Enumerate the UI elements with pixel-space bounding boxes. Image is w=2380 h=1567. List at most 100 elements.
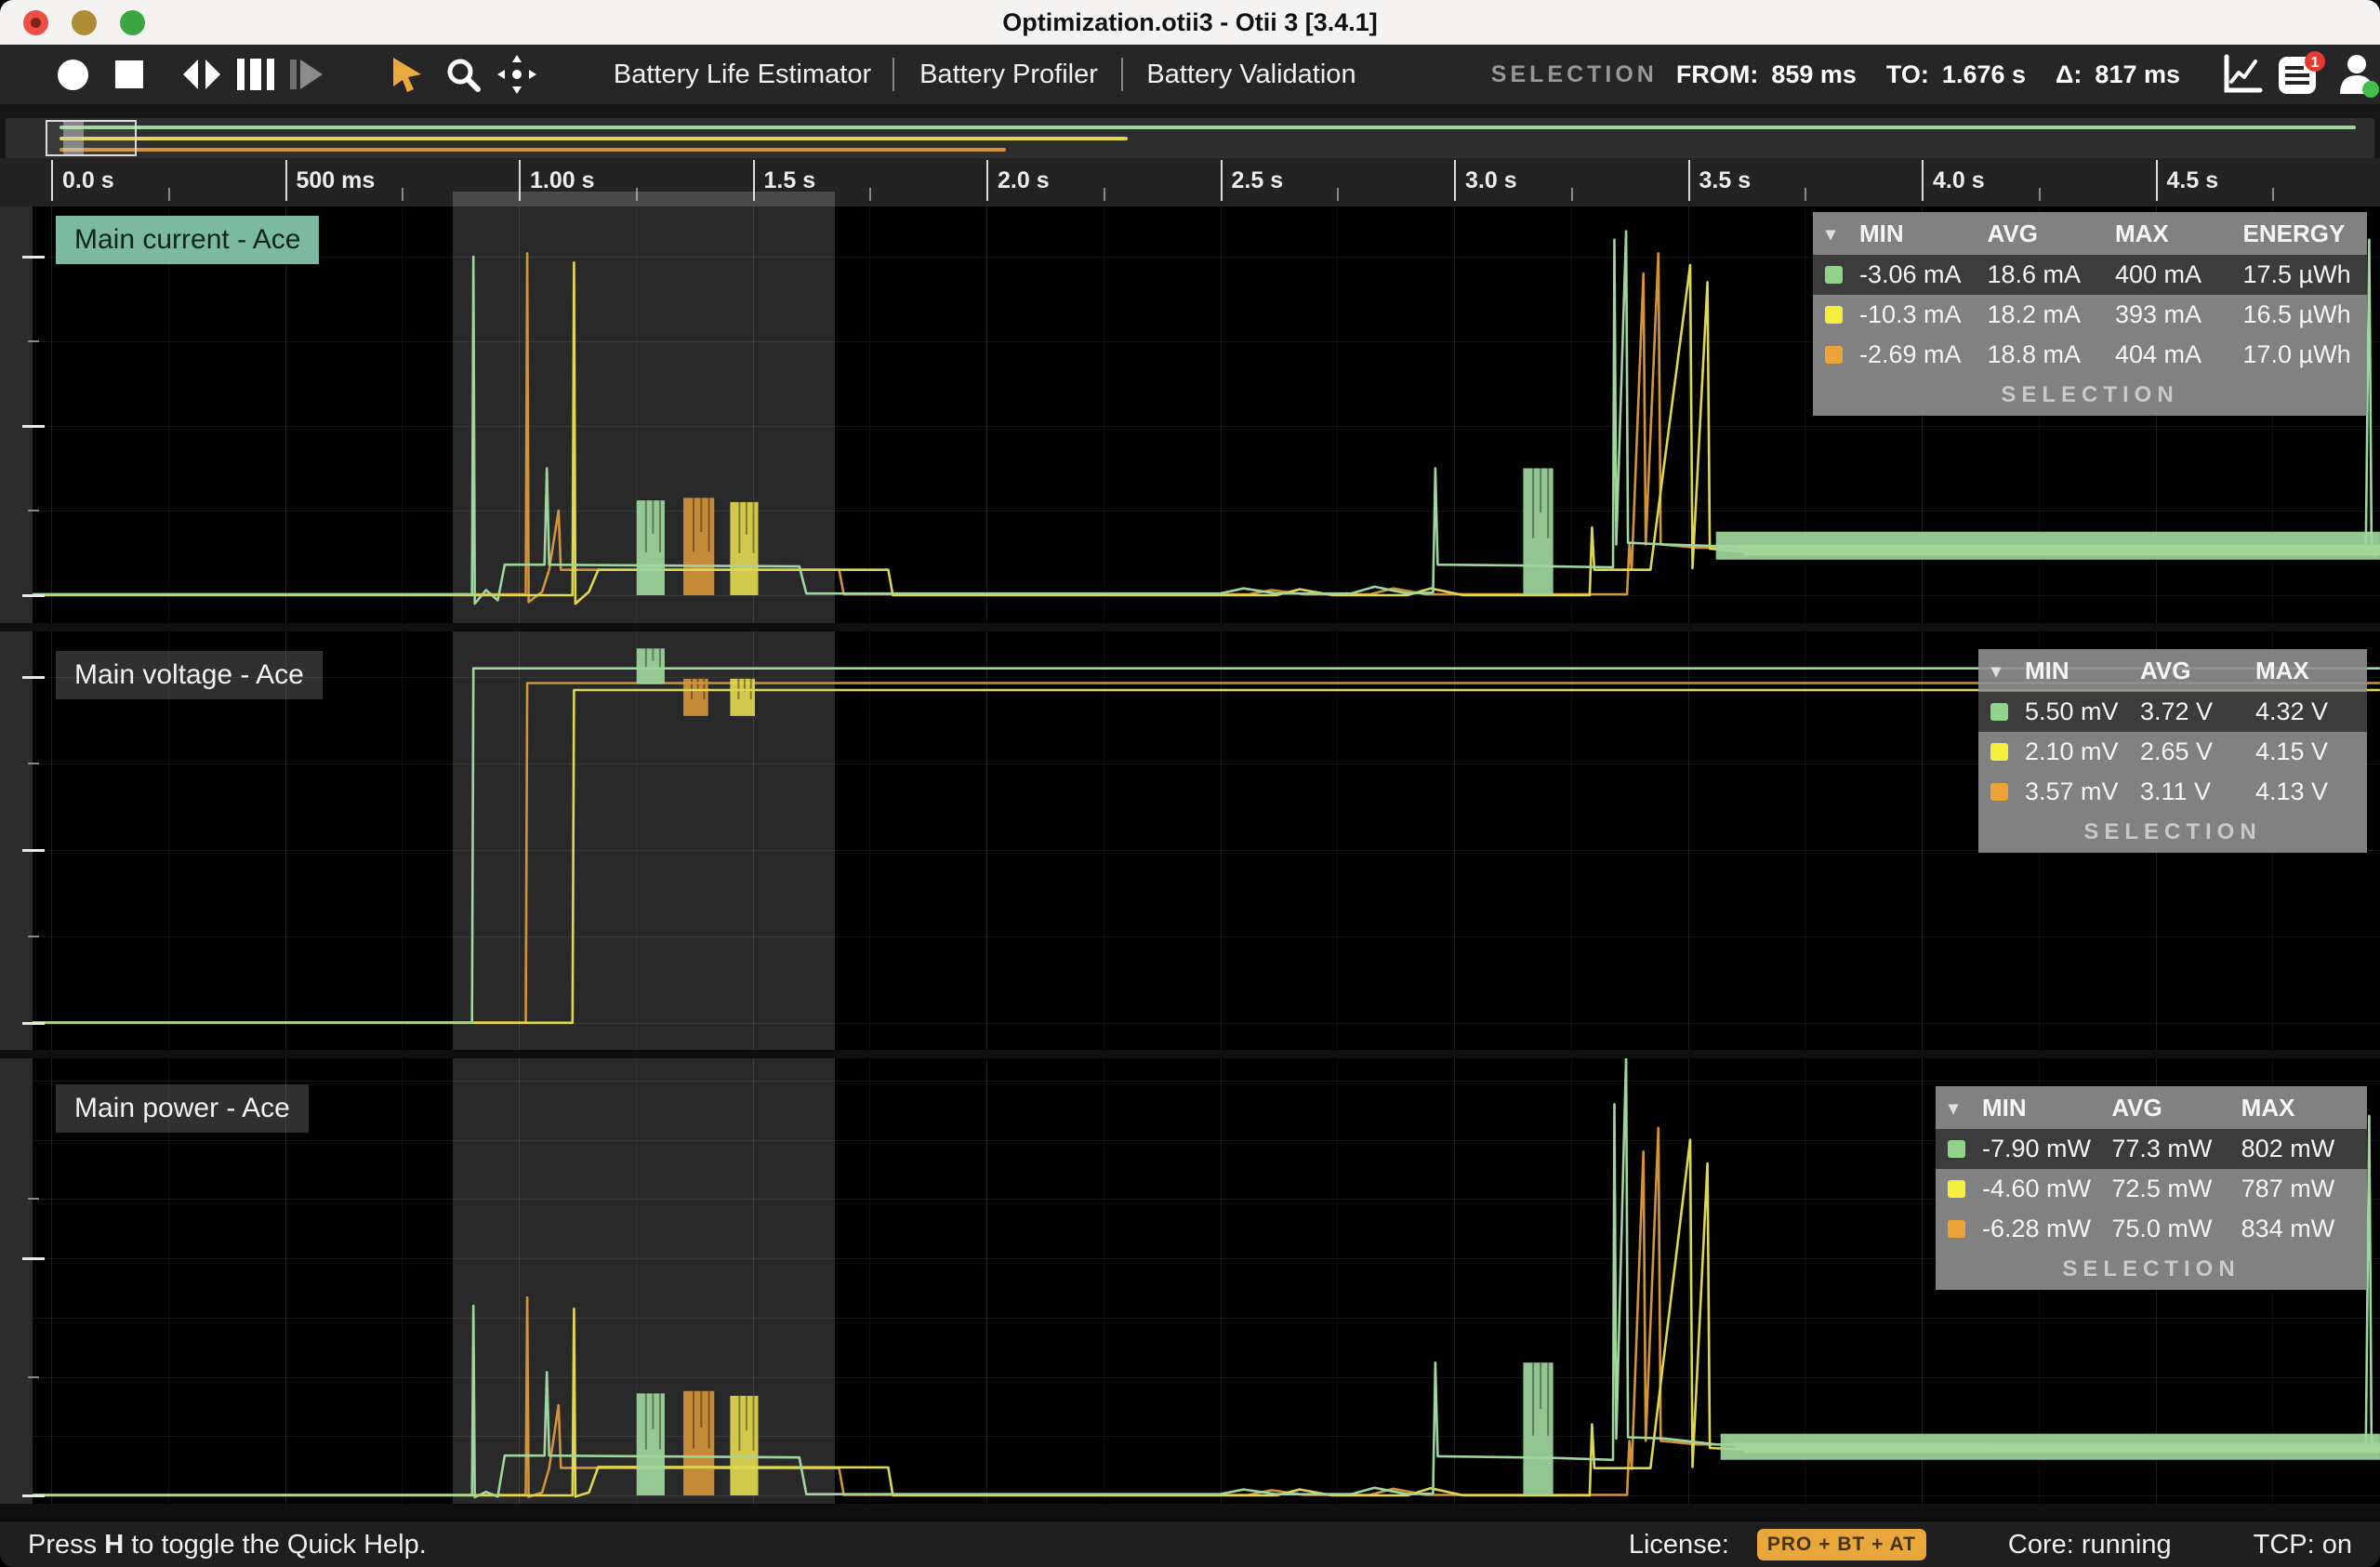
overview-selection-band[interactable] bbox=[63, 122, 84, 154]
expand-horizontal-icon[interactable] bbox=[181, 45, 222, 104]
series-swatch-icon bbox=[1990, 743, 2008, 761]
timeline-minor-tick bbox=[1103, 188, 1105, 201]
user-icon[interactable] bbox=[2335, 45, 2380, 104]
tab-battery-profiler[interactable]: Battery Profiler bbox=[911, 45, 1106, 104]
stats-value: -2.69 mA bbox=[1859, 340, 1962, 368]
stats-column-header: MIN bbox=[1859, 219, 1904, 247]
selection-to-value: 1.676 s bbox=[1941, 60, 2027, 88]
chart-label-current[interactable]: Main current - Ace bbox=[56, 216, 320, 264]
stats-row[interactable]: 3.57 mV 3.11 V 4.13 V bbox=[1978, 772, 2367, 812]
overview-view-window[interactable] bbox=[46, 120, 137, 156]
recording-orange bbox=[60, 148, 1006, 152]
stats-row[interactable]: -3.06 mA 18.6 mA 400 mA 17.5 µWh bbox=[1813, 255, 2367, 295]
stats-value: 18.6 mA bbox=[1987, 260, 2082, 288]
recording-green bbox=[60, 126, 2356, 129]
stats-row[interactable]: -7.90 mW 77.3 mW 802 mW bbox=[1936, 1129, 2367, 1169]
y-axis-tick bbox=[22, 1494, 45, 1497]
sort-caret-icon[interactable]: ▾ bbox=[1991, 659, 2021, 683]
stats-row[interactable]: -6.28 mW 75.0 mW 834 mW bbox=[1936, 1209, 2367, 1249]
timeline-minor-tick bbox=[2038, 188, 2041, 201]
ruler-selection-band[interactable] bbox=[453, 192, 835, 206]
swatch-cell bbox=[1978, 783, 2021, 801]
y-axis-minor-tick bbox=[28, 1198, 39, 1201]
tab-battery-life-estimator[interactable]: Battery Life Estimator bbox=[609, 45, 876, 104]
core-status: Core: running bbox=[2007, 1529, 2172, 1560]
swatch-cell bbox=[1936, 1140, 1978, 1158]
series-swatch-icon bbox=[1825, 346, 1843, 364]
sort-caret-icon[interactable]: ▾ bbox=[1949, 1096, 1978, 1120]
stats-value: 3.72 V bbox=[2140, 697, 2214, 725]
y-axis-minor-tick bbox=[28, 340, 39, 342]
stats-value: 4.13 V bbox=[2255, 777, 2329, 805]
stats-table-current[interactable]: ▾ MIN AVG MAX ENERGY -3.06 mA 18.6 mA 400 mA 17.… bbox=[1813, 212, 2367, 416]
timeline-minor-tick bbox=[2272, 188, 2275, 201]
y-axis-label: 0.0 V bbox=[0, 988, 3, 1040]
timeline-tick bbox=[1454, 160, 1456, 201]
chart-icon[interactable] bbox=[2222, 45, 2263, 104]
y-axis-tick bbox=[22, 594, 45, 597]
stats-row[interactable]: -4.60 mW 72.5 mW 787 mW bbox=[1936, 1169, 2367, 1209]
zoom-search-icon[interactable] bbox=[444, 45, 482, 104]
timeline-tick bbox=[1687, 160, 1690, 201]
timeline-tick-label: 3.5 s bbox=[1699, 167, 1752, 193]
y-axis-label: 4 V bbox=[0, 660, 4, 694]
stats-value: 2.10 mV bbox=[2025, 737, 2119, 765]
recording-overview[interactable] bbox=[6, 118, 2374, 158]
stats-value: -6.28 mW bbox=[1982, 1215, 2092, 1242]
selection-word: SELECTION bbox=[1490, 60, 1658, 87]
y-axis-minor-tick bbox=[28, 763, 39, 764]
y-axis-tick bbox=[22, 676, 45, 679]
quick-help-hint: Press H to toggle the Quick Help. bbox=[28, 1529, 427, 1560]
stats-column-header: AVG bbox=[2140, 656, 2191, 684]
y-axis-minor-tick bbox=[28, 936, 39, 937]
stats-value: 2.65 V bbox=[2140, 737, 2214, 765]
record-icon[interactable] bbox=[58, 45, 88, 104]
stats-value: -3.06 mA bbox=[1859, 260, 1962, 288]
play-icon[interactable] bbox=[288, 45, 325, 104]
stats-value: 404 mA bbox=[2115, 340, 2202, 368]
stop-icon[interactable] bbox=[115, 45, 143, 104]
columns-view-icon[interactable] bbox=[234, 45, 277, 104]
swatch-cell bbox=[1813, 306, 1856, 324]
stats-row[interactable]: 2.10 mV 2.65 V 4.15 V bbox=[1978, 732, 2367, 772]
stats-value: 834 mW bbox=[2241, 1215, 2335, 1242]
tab-battery-validation[interactable]: Battery Validation bbox=[1141, 45, 1362, 104]
series-swatch-icon bbox=[1990, 783, 2008, 801]
y-axis-tick bbox=[22, 849, 45, 852]
swatch-cell bbox=[1978, 743, 2021, 761]
timeline-ruler[interactable]: 0.0 s 500 ms 1.00 s 1.5 s 2.0 s 2.5 s 3.0 s 3.5… bbox=[0, 158, 2380, 206]
timeline-minor-tick bbox=[1570, 188, 1573, 201]
stats-row[interactable]: 5.50 mV 3.72 V 4.32 V bbox=[1978, 692, 2367, 732]
tab-separator bbox=[892, 58, 894, 91]
chart-label-voltage[interactable]: Main voltage - Ace bbox=[56, 651, 323, 699]
chart-separator bbox=[0, 1050, 2380, 1058]
series-swatch-icon bbox=[1948, 1180, 1965, 1198]
y-axis-tick bbox=[22, 1022, 45, 1025]
y-axis-strip bbox=[0, 206, 33, 1504]
stats-value: 393 mA bbox=[2115, 300, 2202, 328]
y-axis-label: 1 W bbox=[0, 1235, 4, 1275]
notes-icon[interactable]: 1 bbox=[2276, 45, 2326, 104]
stats-table-voltage[interactable]: ▾ MIN AVG MAX 5.50 mV 3.72 V 4.32 V 2.10 mV 2.65… bbox=[1978, 649, 2367, 853]
license-badge[interactable]: PRO + BT + AT bbox=[1756, 1529, 1926, 1560]
swatch-cell bbox=[1936, 1180, 1978, 1198]
stats-footer: SELECTION bbox=[2001, 382, 2179, 407]
stats-table-power[interactable]: ▾ MIN AVG MAX -7.90 mW 77.3 mW 802 mW -4.60 mW 7… bbox=[1936, 1086, 2367, 1290]
stats-row[interactable]: -10.3 mA 18.2 mA 393 mA 16.5 µWh bbox=[1813, 295, 2367, 335]
sort-caret-icon[interactable]: ▾ bbox=[1826, 222, 1856, 246]
stats-value: 75.0 mW bbox=[2111, 1215, 2213, 1242]
pan-move-icon[interactable] bbox=[496, 45, 537, 104]
timeline-tick-label: 1.5 s bbox=[763, 167, 816, 193]
timeline-tick bbox=[986, 160, 988, 201]
stats-value: 3.11 V bbox=[2140, 777, 2212, 805]
timeline-tick bbox=[1922, 160, 1924, 201]
stats-row[interactable]: -2.69 mA 18.8 mA 404 mA 17.0 µWh bbox=[1813, 335, 2367, 375]
otii-window: Optimization.otii3 - Otii 3 [3.4.1] Batt… bbox=[0, 0, 2380, 1567]
license-label: License: bbox=[1628, 1529, 1729, 1560]
timeline-tick-label: 3.0 s bbox=[1465, 167, 1517, 193]
stats-value: 16.5 µWh bbox=[2242, 300, 2351, 328]
y-axis-label: 2 V bbox=[0, 833, 4, 867]
cursor-arrow-icon[interactable] bbox=[390, 45, 424, 104]
stats-value: 77.3 mW bbox=[2111, 1135, 2213, 1162]
chart-label-power[interactable]: Main power - Ace bbox=[56, 1084, 309, 1133]
